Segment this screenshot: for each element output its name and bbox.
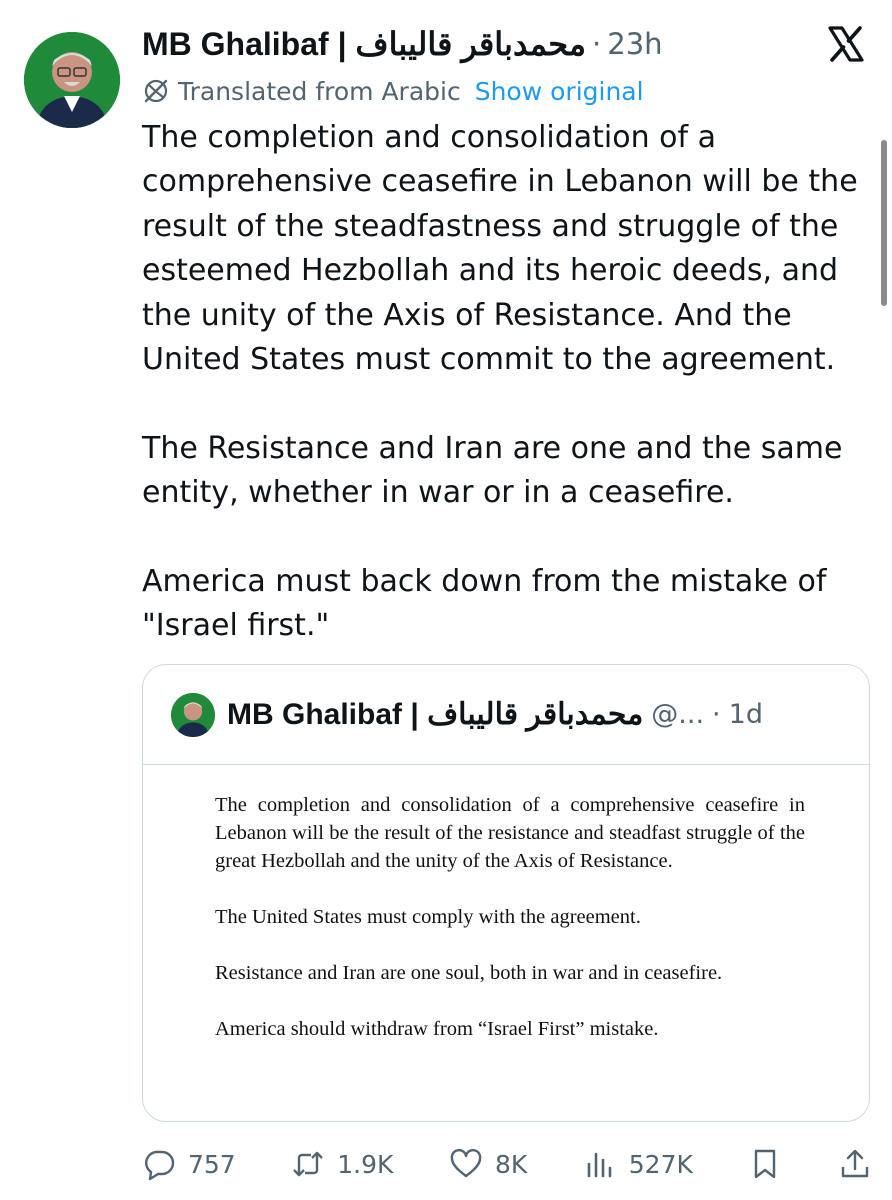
- repost-arrows-icon: [293, 1151, 324, 1177]
- quoted-tweet[interactable]: MB Ghalibaf | محمدباقر قالیباف @... · 1d…: [142, 664, 870, 1122]
- action-bar: 757 1.9K 8K 527K: [142, 1140, 872, 1188]
- like-button[interactable]: 8K: [449, 1147, 527, 1181]
- reply-count: 757: [188, 1149, 236, 1179]
- quoted-author-name: MB Ghalibaf | محمدباقر قالیباف: [227, 698, 644, 731]
- author-name[interactable]: MB Ghalibaf | محمدباقر قالیباف: [142, 25, 586, 63]
- view-count: 527K: [628, 1149, 693, 1179]
- translation-notice: Translated from Arabic Show original: [142, 73, 644, 109]
- globe-slash-icon: [144, 79, 168, 103]
- bookmark-icon: [755, 1149, 776, 1179]
- views-button[interactable]: 527K: [583, 1147, 693, 1181]
- tweet-header: MB Ghalibaf | محمدباقر قالیباف · 23h: [142, 22, 822, 66]
- like-count: 8K: [494, 1149, 528, 1179]
- bar-chart-icon: [587, 1152, 612, 1178]
- quoted-document-image: The completion and consolidation of a co…: [215, 791, 805, 1043]
- document-paragraph: The completion and consolidation of a co…: [215, 794, 805, 872]
- share-button[interactable]: [838, 1147, 872, 1181]
- quoted-tweet-header: MB Ghalibaf | محمدباقر قالیباف @... · 1d: [143, 665, 869, 765]
- tweet-paragraph: America must back down from the mistake …: [142, 564, 827, 644]
- share-upload-icon: [841, 1149, 869, 1178]
- tweet-text: The completion and consolidation of a co…: [142, 116, 872, 649]
- quoted-separator: ·: [712, 699, 721, 730]
- reply-button[interactable]: 757: [142, 1147, 236, 1181]
- quoted-author-avatar: [171, 692, 215, 737]
- comment-bubble-icon: [145, 1150, 175, 1181]
- bookmark-button[interactable]: [748, 1147, 782, 1181]
- tweet-paragraph: The Resistance and Iran are one and the …: [142, 430, 843, 511]
- repost-button[interactable]: 1.9K: [291, 1147, 393, 1181]
- show-original-link[interactable]: Show original: [475, 77, 644, 106]
- heart-icon: [450, 1148, 482, 1178]
- document-paragraph: Resistance and Iran are one soul, both i…: [215, 962, 723, 984]
- x-logo-icon[interactable]: [826, 24, 866, 64]
- quoted-author-handle: @...: [651, 699, 705, 730]
- tweet-timestamp[interactable]: 23h: [607, 27, 662, 61]
- scrollbar[interactable]: [881, 140, 887, 306]
- tweet-paragraph: The completion and consolidation of a co…: [142, 120, 858, 378]
- tweet-separator: ·: [592, 27, 602, 61]
- repost-count: 1.9K: [337, 1149, 394, 1179]
- author-avatar[interactable]: [24, 32, 120, 128]
- document-paragraph: The United States must comply with the a…: [215, 906, 641, 928]
- document-paragraph: America should withdraw from “Israel Fir…: [215, 1018, 659, 1040]
- translated-label: Translated from Arabic: [178, 76, 461, 106]
- quoted-timestamp: 1d: [728, 699, 763, 730]
